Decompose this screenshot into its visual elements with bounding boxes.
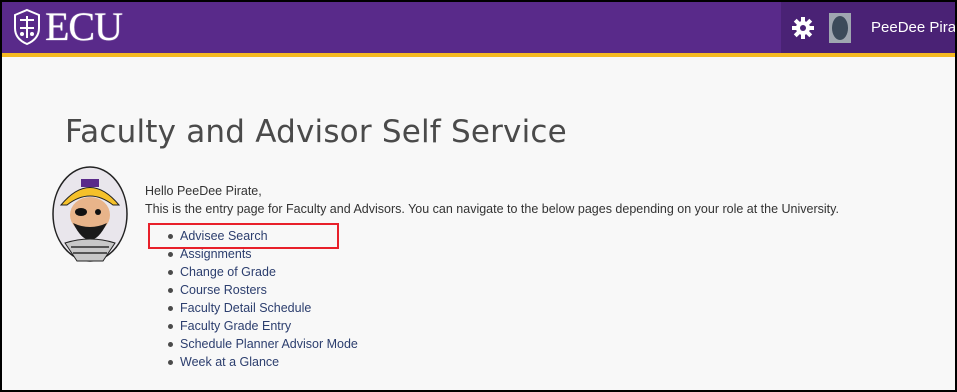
ecu-logo[interactable]: ECU (12, 4, 123, 49)
ecu-shield-emblem-icon (14, 8, 40, 46)
faculty-grade-entry-link[interactable]: Faculty Grade Entry (180, 319, 291, 333)
greeting-text: Hello PeeDee Pirate, (145, 184, 262, 198)
user-tools: PeeDee Pirate (781, 2, 955, 53)
faculty-detail-schedule-link[interactable]: Faculty Detail Schedule (180, 301, 311, 315)
gear-icon[interactable] (791, 16, 815, 40)
page-title: Faculty and Advisor Self Service (65, 114, 567, 150)
bullet-icon (168, 360, 173, 365)
bullet-icon (168, 252, 173, 257)
bullet-icon (168, 324, 173, 329)
bullet-icon (168, 342, 173, 347)
list-item: Schedule Planner Advisor Mode (166, 335, 358, 353)
change-of-grade-link[interactable]: Change of Grade (180, 265, 276, 279)
app-window: ECU PeeDee Pir Faculty and Advisor Self … (0, 0, 957, 392)
top-navigation-bar: ECU PeeDee Pir (2, 2, 955, 57)
intro-text: This is the entry page for Faculty and A… (145, 202, 839, 216)
highlight-annotation-box (148, 223, 339, 249)
list-item: Faculty Detail Schedule (166, 299, 358, 317)
list-item: Change of Grade (166, 263, 358, 281)
user-avatar-icon[interactable] (829, 12, 851, 43)
pirate-mascot-image (52, 166, 128, 262)
list-item: Course Rosters (166, 281, 358, 299)
week-at-a-glance-link[interactable]: Week at a Glance (180, 355, 279, 369)
bullet-icon (168, 288, 173, 293)
schedule-planner-advisor-mode-link[interactable]: Schedule Planner Advisor Mode (180, 337, 358, 351)
user-name-link[interactable]: PeeDee Pirate (871, 19, 955, 36)
list-item: Week at a Glance (166, 353, 358, 371)
logo-text: ECU (45, 4, 123, 49)
bullet-icon (168, 306, 173, 311)
bullet-icon (168, 270, 173, 275)
assignments-link[interactable]: Assignments (180, 247, 252, 261)
course-rosters-link[interactable]: Course Rosters (180, 283, 267, 297)
list-item: Faculty Grade Entry (166, 317, 358, 335)
